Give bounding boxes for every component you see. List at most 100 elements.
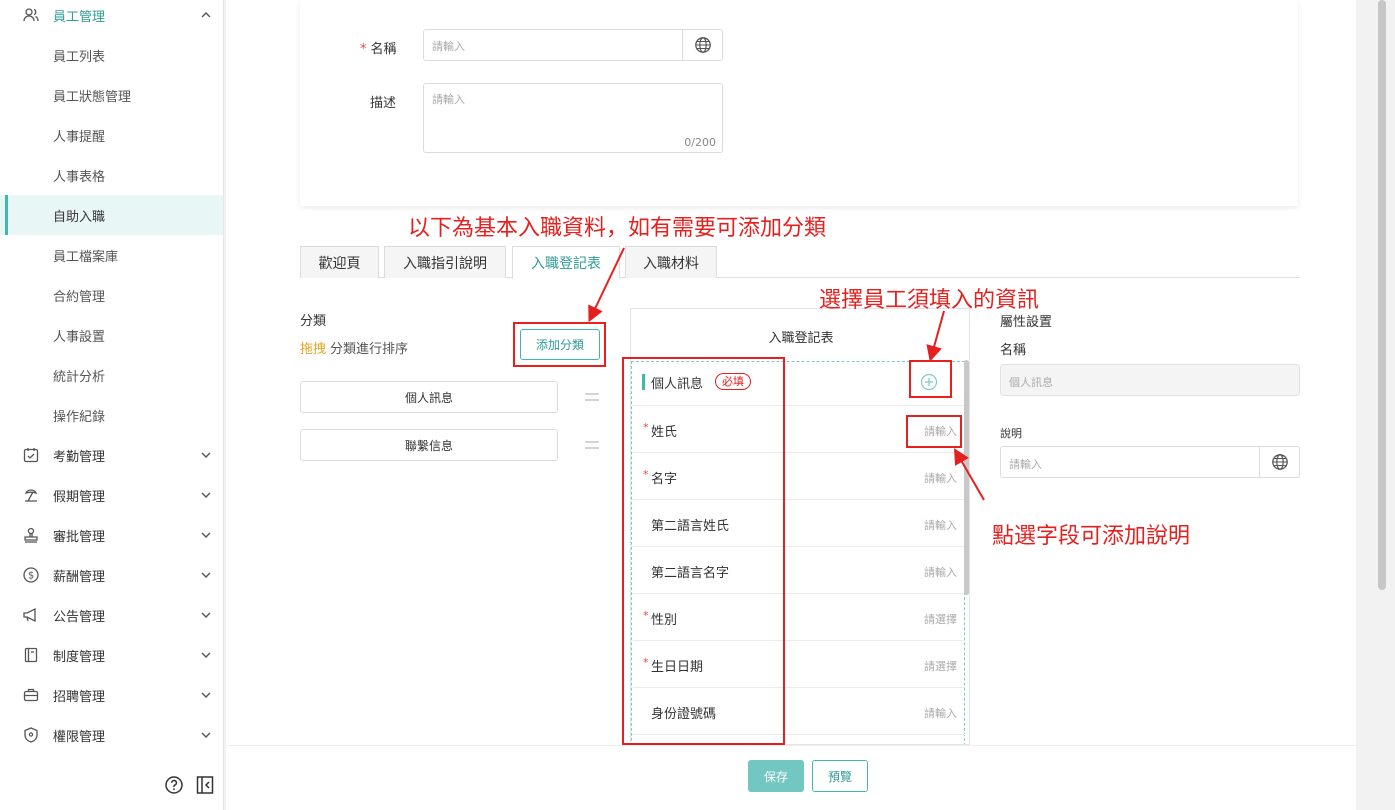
globe-icon[interactable]: [1271, 453, 1289, 471]
field-placeholder: 請輸入: [924, 519, 957, 532]
preview-button[interactable]: 預覽: [812, 760, 868, 792]
drag-handle-icon[interactable]: [585, 440, 599, 450]
annotation-top: 以下為基本入職資料，如有需要可添加分類: [408, 216, 827, 241]
bottom-action-bar: 保存 預覽: [226, 745, 1356, 810]
sidebar-item-employee-list[interactable]: 員工列表: [0, 35, 223, 75]
sidebar-item-label: 審批管理: [53, 529, 106, 545]
highlight-field-input: [906, 415, 962, 448]
sidebar-item-employee-management[interactable]: 員工管理: [0, 0, 223, 35]
sidebar-item-label: 招聘管理: [53, 689, 106, 705]
sidebar: 員工管理 員工列表 員工狀態管理 人事提醒 人事表格 自助入職 員工檔案庫 合約…: [0, 0, 224, 810]
briefcase-icon: [23, 688, 39, 702]
sidebar-item-employee-archive[interactable]: 員工檔案庫: [0, 235, 223, 275]
field-placeholder: 請選擇: [924, 613, 957, 626]
highlight-add-category: [513, 322, 606, 367]
form-card: * 名稱 請輸入 描述 請輸入 0/200: [300, 0, 1298, 206]
sidebar-item-contracts[interactable]: 合約管理: [0, 275, 223, 315]
sidebar-item-label: 員工檔案庫: [53, 249, 119, 265]
sidebar-item-label: 操作紀錄: [53, 409, 106, 425]
properties-name-input[interactable]: 個人訊息: [1000, 364, 1300, 396]
chevron-down-icon: [201, 572, 211, 578]
globe-icon[interactable]: [694, 36, 712, 54]
sidebar-item-label: 統計分析: [53, 369, 106, 385]
tab-registration-form[interactable]: 入職登記表: [512, 246, 620, 279]
drag-handle-icon[interactable]: [585, 392, 599, 402]
sidebar-item-employee-status[interactable]: 員工狀態管理: [0, 75, 223, 115]
help-icon[interactable]: [164, 775, 184, 795]
name-placeholder: 請輸入: [432, 40, 465, 53]
field-placeholder: 請輸入: [924, 707, 957, 720]
save-button[interactable]: 保存: [748, 760, 804, 792]
categories-title: 分類: [300, 314, 327, 329]
sidebar-item-hr-settings[interactable]: 人事設置: [0, 315, 223, 355]
chevron-up-icon: [201, 12, 211, 18]
name-label: * 名稱: [360, 42, 397, 57]
description-textarea[interactable]: 請輸入 0/200: [423, 83, 723, 153]
chevron-down-icon: [201, 652, 211, 658]
tab-onboarding-materials[interactable]: 入職材料: [625, 246, 717, 278]
sidebar-item-operation-log[interactable]: 操作紀錄: [0, 395, 223, 435]
properties-desc-label: 說明: [1000, 427, 1022, 440]
category-item[interactable]: 聯繫信息: [300, 429, 558, 461]
page-gutter: [1356, 0, 1395, 810]
sidebar-item-label: 公告管理: [53, 609, 106, 625]
stamp-icon: [24, 527, 38, 543]
sidebar-item-label: 人事設置: [53, 329, 106, 345]
beach-icon: [24, 489, 38, 502]
megaphone-icon: [23, 607, 36, 623]
description-placeholder: 請輸入: [432, 93, 465, 106]
chevron-down-icon: [201, 732, 211, 738]
chevron-down-icon: [201, 532, 211, 538]
dollar-icon: $: [23, 567, 39, 583]
categories-hint: 拖拽 分類進行排序: [300, 342, 409, 357]
sidebar-item-self-onboarding[interactable]: 自助入職: [0, 195, 223, 235]
sidebar-item-label: 員工管理: [53, 9, 106, 25]
sidebar-item-recruitment[interactable]: 招聘管理: [0, 675, 223, 715]
sidebar-item-hr-forms[interactable]: 人事表格: [0, 155, 223, 195]
sidebar-item-label: 制度管理: [53, 649, 106, 665]
sidebar-item-permissions[interactable]: 權限管理: [0, 715, 223, 755]
collapse-sidebar-icon[interactable]: [196, 775, 214, 795]
sidebar-item-label: 員工狀態管理: [53, 89, 132, 105]
properties-name-value: 個人訊息: [1009, 376, 1053, 389]
panel-scrollbar[interactable]: [964, 360, 969, 595]
chevron-down-icon: [201, 692, 211, 698]
highlight-add-field: [909, 360, 952, 398]
sidebar-item-payroll[interactable]: $ 薪酬管理: [0, 555, 223, 595]
sidebar-item-statistics[interactable]: 統計分析: [0, 355, 223, 395]
chevron-down-icon: [201, 452, 211, 458]
sidebar-item-label: 薪酬管理: [53, 569, 106, 585]
shield-icon: [24, 727, 38, 743]
properties-name-label: 名稱: [1000, 343, 1027, 358]
annotation-select-info: 選擇員工須填入的資訊: [819, 288, 1040, 313]
svg-text:$: $: [28, 571, 34, 582]
sidebar-item-leave[interactable]: 假期管理: [0, 475, 223, 515]
field-placeholder: 請輸入: [924, 472, 957, 485]
sidebar-item-label: 員工列表: [53, 49, 106, 65]
chevron-down-icon: [201, 612, 211, 618]
sidebar-item-policies[interactable]: 制度管理: [0, 635, 223, 675]
page-scrollbar[interactable]: [1378, 0, 1386, 590]
sidebar-item-label: 合約管理: [53, 289, 106, 305]
sidebar-item-label: 自助入職: [53, 209, 106, 225]
main-content: * 名稱 請輸入 描述 請輸入 0/200 歡迎頁 入職指引說明 入職登記表 入職…: [226, 0, 1356, 745]
sidebar-item-announcements[interactable]: 公告管理: [0, 595, 223, 635]
field-placeholder: 請輸入: [924, 566, 957, 579]
sidebar-item-label: 權限管理: [53, 729, 106, 745]
field-placeholder: 請選擇: [924, 660, 957, 673]
tab-welcome[interactable]: 歡迎頁: [300, 246, 379, 278]
calendar-check-icon: [23, 448, 39, 463]
highlight-fields: [622, 357, 785, 745]
tab-onboarding-guide[interactable]: 入職指引說明: [384, 246, 506, 278]
book-icon: [24, 647, 38, 663]
tab-bar: 歡迎頁 入職指引說明 入職登記表 入職材料: [300, 246, 1300, 279]
sidebar-item-attendance[interactable]: 考勤管理: [0, 435, 223, 475]
properties-desc-input[interactable]: 請輸入: [1000, 446, 1300, 478]
sidebar-item-approval[interactable]: 審批管理: [0, 515, 223, 555]
name-input[interactable]: 請輸入: [423, 29, 723, 61]
sidebar-item-hr-reminders[interactable]: 人事提醒: [0, 115, 223, 155]
description-label: 描述: [370, 96, 397, 111]
sidebar-item-label: 人事表格: [53, 169, 106, 185]
sidebar-item-label: 考勤管理: [53, 449, 106, 465]
category-item[interactable]: 個人訊息: [300, 381, 558, 413]
